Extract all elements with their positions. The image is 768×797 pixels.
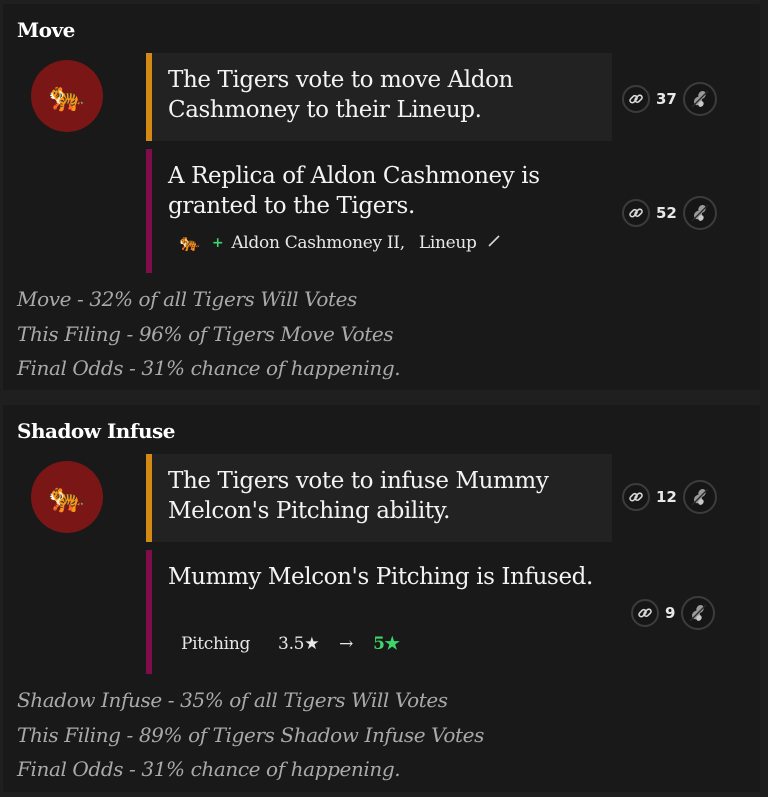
link-icon[interactable] — [622, 483, 650, 511]
arrow-icon: → — [339, 634, 354, 654]
vote-count: 12 — [656, 488, 677, 506]
vote-token-icon[interactable] — [681, 596, 716, 630]
tiger-icon: 🐅 — [31, 60, 103, 132]
attribute-label: Pitching — [181, 634, 251, 654]
stat-line: Move - 32% of all Tigers Will Votes — [17, 287, 357, 311]
result-text: Mummy Melcon's Pitching is Infused. — [168, 564, 593, 590]
result-card: Mummy Melcon's Pitching is Infused. — [146, 550, 612, 674]
stat-line: Final Odds - 31% chance of happening. — [17, 356, 401, 380]
vote-count: 9 — [665, 604, 676, 622]
stat-line: Final Odds - 31% chance of happening. — [17, 757, 401, 781]
stat-line: This Filing - 96% of Tigers Move Votes — [17, 321, 394, 346]
old-rating: 3.5★ — [278, 634, 320, 654]
proposal-card: The Tigers vote to infuse Mummy Melcon's… — [146, 454, 612, 542]
proposal-text: The Tigers vote to infuse Mummy Melcon's… — [168, 468, 549, 524]
stat-line: Shadow Infuse - 35% of all Tigers Will V… — [17, 688, 448, 712]
proposal-stats: Move - 32% of all Tigers Will Votes This… — [17, 282, 401, 386]
result-votes: 9 — [631, 596, 716, 630]
panel-title: Shadow Infuse — [17, 419, 175, 443]
link-icon[interactable] — [622, 199, 650, 227]
vote-count: 52 — [656, 204, 677, 222]
vote-count: 37 — [656, 90, 677, 108]
proposal-text: The Tigers vote to move Aldon Cashmoney … — [168, 67, 513, 123]
plus-icon: + — [211, 235, 224, 251]
result-votes: 52 — [622, 196, 717, 230]
link-icon[interactable] — [622, 85, 650, 113]
player-name[interactable]: Aldon Cashmoney II, — [231, 233, 405, 253]
location-label: Lineup — [418, 233, 477, 253]
tiger-icon: 🐅 — [179, 233, 200, 253]
pencil-icon — [487, 233, 501, 253]
proposal-votes: 12 — [622, 480, 717, 514]
tiger-icon: 🐅 — [31, 461, 103, 533]
result-text: A Replica of Aldon Cashmoney is granted … — [168, 163, 540, 219]
panel-title: Move — [17, 18, 75, 42]
new-rating: 5★ — [373, 634, 400, 654]
result-card: A Replica of Aldon Cashmoney is granted … — [146, 149, 612, 273]
star-icon: ★ — [304, 634, 320, 654]
result-meta: 🐅 + Aldon Cashmoney II, Lineup — [179, 233, 501, 253]
star-icon: ★ — [384, 634, 400, 654]
result-meta: Pitching 3.5★ → 5★ — [181, 634, 400, 654]
proposal-panel-shadow-infuse: Shadow Infuse 🐅 The Tigers vote to infus… — [3, 405, 760, 792]
proposal-panel-move: Move 🐅 The Tigers vote to move Aldon Cas… — [3, 4, 760, 390]
vote-token-icon[interactable] — [682, 82, 717, 116]
vote-token-icon[interactable] — [682, 480, 717, 514]
stat-line: This Filing - 89% of Tigers Shadow Infus… — [17, 722, 484, 747]
proposal-card: The Tigers vote to move Aldon Cashmoney … — [146, 53, 612, 141]
proposal-stats: Shadow Infuse - 35% of all Tigers Will V… — [17, 683, 484, 787]
proposal-votes: 37 — [622, 82, 717, 116]
vote-token-icon[interactable] — [682, 196, 717, 230]
link-icon[interactable] — [631, 599, 659, 627]
